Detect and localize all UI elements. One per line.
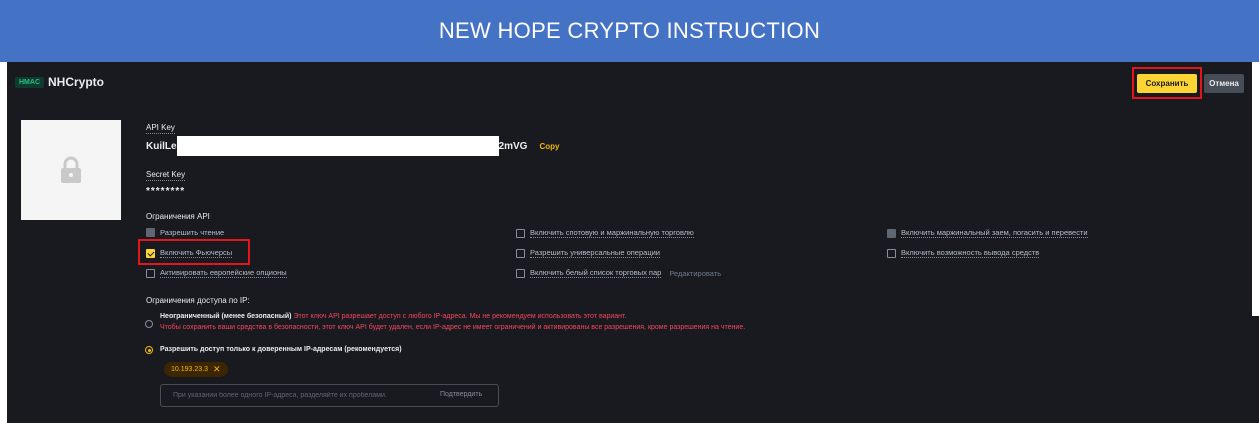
perm-european-options[interactable]: Активировать европейские опционы bbox=[146, 268, 287, 278]
perm-universal-transfer[interactable]: Разрешить универсальные операции bbox=[516, 248, 660, 258]
checkbox[interactable] bbox=[887, 228, 896, 238]
checkbox[interactable] bbox=[516, 268, 525, 278]
unrestricted-label: Неограниченный (менее безопасный) bbox=[160, 313, 292, 320]
checkbox[interactable] bbox=[887, 248, 896, 258]
perm-enable-reading[interactable]: Разрешить чтение bbox=[146, 228, 224, 237]
perm-label: Включить возможность вывода средств bbox=[901, 248, 1040, 258]
api-key-suffix: 2mVG bbox=[498, 140, 528, 152]
redacted-key-block bbox=[176, 136, 499, 156]
api-restrictions-title: Ограничения API bbox=[146, 212, 210, 221]
checkbox[interactable] bbox=[516, 228, 525, 238]
cancel-button[interactable]: Отмена bbox=[1204, 74, 1244, 93]
perm-label: Включить белый список торговых пар bbox=[530, 268, 662, 278]
unrestricted-warning-1: Этот ключ API разрешает доступ с любого … bbox=[293, 313, 627, 320]
perm-label: Включить спотовую и маржинальную торговл… bbox=[530, 228, 694, 238]
secret-key-value: ******** bbox=[146, 186, 186, 197]
unrestricted-warning-2: Чтобы сохранить ваши средства в безопасн… bbox=[160, 324, 746, 331]
perm-label: Включить Фьючерсы bbox=[160, 248, 233, 258]
perm-enable-withdrawals[interactable]: Включить возможность вывода средств bbox=[887, 248, 1040, 258]
save-button[interactable]: Сохранить bbox=[1137, 74, 1197, 93]
unrestricted-option-line1: Неограниченный (менее безопасный) Этот к… bbox=[160, 313, 626, 320]
radio-trusted-ips[interactable] bbox=[145, 346, 153, 354]
ip-address-input[interactable] bbox=[173, 389, 413, 402]
perm-label: Разрешить чтение bbox=[160, 228, 225, 237]
lock-icon bbox=[61, 156, 81, 183]
checkbox[interactable] bbox=[146, 268, 155, 278]
radio-unrestricted[interactable] bbox=[145, 320, 153, 328]
checkbox-checked[interactable] bbox=[146, 248, 155, 258]
ip-input-box: Подтвердить bbox=[160, 384, 499, 407]
api-key-value-row: KuilLe 2mVG Copy bbox=[146, 136, 559, 156]
perm-enable-futures[interactable]: Включить Фьючерсы bbox=[146, 248, 233, 258]
perm-label: Активировать европейские опционы bbox=[160, 268, 287, 278]
api-key-avatar bbox=[21, 120, 121, 220]
perm-symbol-whitelist[interactable]: Включить белый список торговых пар Редак… bbox=[516, 268, 721, 278]
remove-ip-icon[interactable]: ✕ bbox=[213, 364, 221, 375]
api-key-panel: HMAC NHCrypto Сохранить Отмена API Key K… bbox=[7, 62, 1252, 423]
copy-api-key-button[interactable]: Copy bbox=[539, 142, 559, 151]
edit-whitelist-link[interactable]: Редактировать bbox=[669, 269, 721, 278]
ip-address-tag: 10.193.23.3 ✕ bbox=[164, 362, 228, 377]
perm-margin-loan-repay-transfer[interactable]: Включить маржинальный заем, погасить и п… bbox=[887, 228, 1088, 238]
ip-restrictions-title: Ограничения доступа по IP: bbox=[146, 296, 250, 305]
key-header: HMAC NHCrypto bbox=[15, 75, 104, 89]
api-key-name: NHCrypto bbox=[48, 75, 104, 89]
banner-title: NEW HOPE CRYPTO INSTRUCTION bbox=[438, 18, 821, 43]
instruction-banner: NEW HOPE CRYPTO INSTRUCTION bbox=[0, 0, 1259, 62]
perm-label: Включить маржинальный заем, погасить и п… bbox=[901, 228, 1088, 238]
ip-address-value: 10.193.23.3 bbox=[171, 366, 208, 373]
api-key-prefix: KuilLe bbox=[146, 140, 177, 152]
checkbox[interactable] bbox=[146, 228, 155, 237]
secret-key-label: Secret Key bbox=[146, 170, 186, 181]
perm-label: Разрешить универсальные операции bbox=[530, 248, 660, 258]
trusted-ips-label: Разрешить доступ только к доверенным IP-… bbox=[160, 346, 402, 353]
confirm-ip-button[interactable]: Подтвердить bbox=[440, 391, 482, 398]
hmac-badge: HMAC bbox=[15, 76, 44, 88]
checkbox[interactable] bbox=[516, 248, 525, 258]
panel-right-edge bbox=[1252, 316, 1259, 423]
api-key-label: API Key bbox=[146, 123, 175, 134]
perm-spot-margin-trading[interactable]: Включить спотовую и маржинальную торговл… bbox=[516, 228, 694, 238]
